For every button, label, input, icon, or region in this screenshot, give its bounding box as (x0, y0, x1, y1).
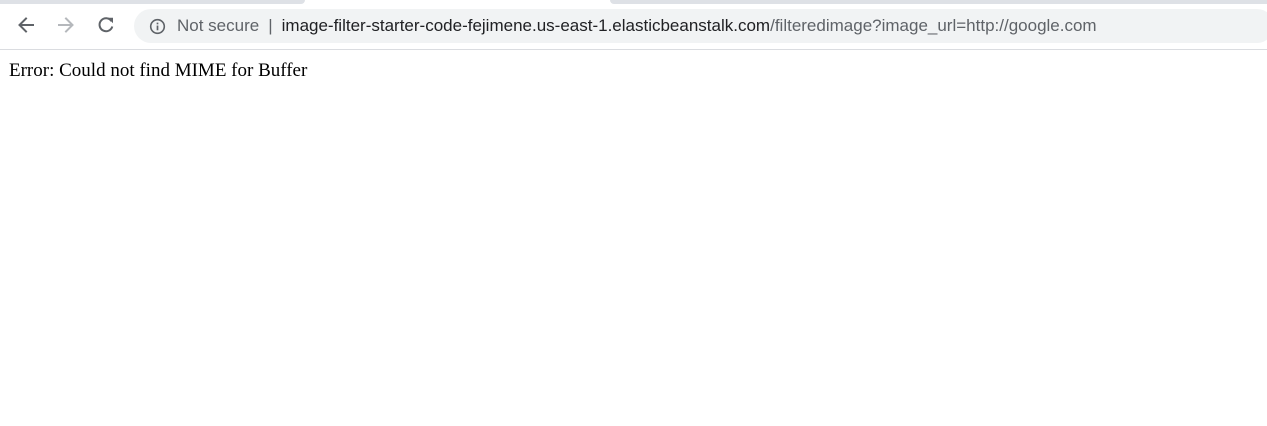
info-icon[interactable] (148, 17, 166, 35)
error-message: Error: Could not find MIME for Buffer (9, 60, 308, 81)
security-status-label[interactable]: Not secure (177, 16, 259, 36)
tab-strip-edge (610, 0, 1267, 4)
address-bar[interactable]: Not secure | image-filter-starter-code-f… (134, 9, 1267, 43)
back-button[interactable] (12, 11, 40, 39)
omnibox-separator: | (268, 16, 273, 35)
reload-button[interactable] (92, 11, 120, 39)
url-path[interactable]: /filteredimage?image_url=http://google.c… (770, 16, 1097, 36)
tab-strip-edge (0, 0, 305, 4)
url-host[interactable]: image-filter-starter-code-fejimene.us-ea… (282, 16, 770, 36)
forward-button[interactable] (52, 11, 80, 39)
reload-icon (96, 15, 116, 35)
arrow-left-icon (16, 15, 36, 35)
arrow-right-icon (56, 15, 76, 35)
browser-toolbar: Not secure | image-filter-starter-code-f… (0, 0, 1267, 50)
page-body: Error: Could not find MIME for Buffer (9, 60, 307, 82)
